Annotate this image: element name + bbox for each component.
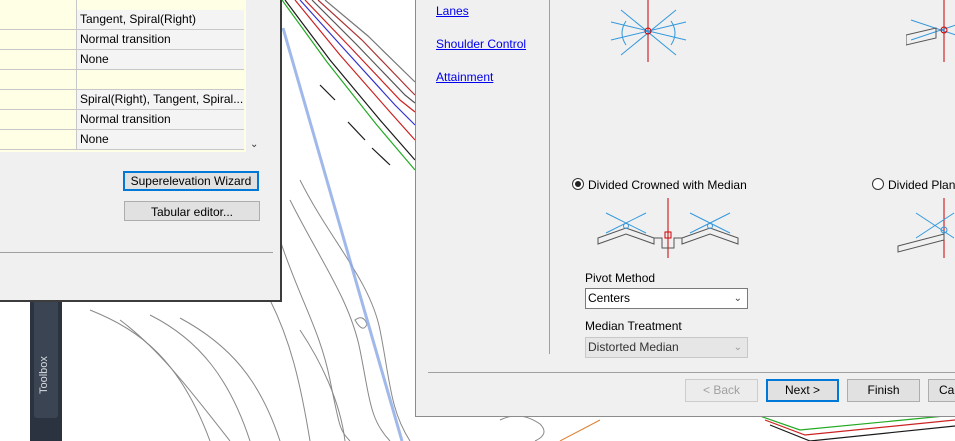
- divided-crowned-radio[interactable]: [572, 178, 584, 190]
- divider: [428, 372, 955, 373]
- divider: [0, 252, 273, 253]
- nav-link-attainment[interactable]: Attainment: [436, 70, 493, 84]
- divided-planar-label: Divided Planar: [888, 178, 955, 192]
- pivot-method-label: Pivot Method: [585, 271, 656, 285]
- tabular-editor-button[interactable]: Tabular editor...: [124, 201, 260, 221]
- divider: [549, 0, 550, 354]
- toolbox-label: Toolbox: [38, 356, 50, 394]
- chevron-down-icon: ⌄: [733, 342, 742, 353]
- nav-link-lanes[interactable]: Lanes: [436, 4, 469, 18]
- property-row[interactable]: Tangent, Spiral(Right): [0, 10, 244, 30]
- pivot-method-select[interactable]: Centers ⌄: [585, 288, 748, 309]
- properties-grid: Tangent, Spiral(Right) Normal transition…: [0, 0, 246, 152]
- property-row[interactable]: [0, 70, 244, 90]
- divided-crowned-label: Divided Crowned with Median: [588, 178, 747, 192]
- nav-link-shoulder-control[interactable]: Shoulder Control: [436, 37, 526, 51]
- pivot-diagram-icon: [610, 0, 687, 62]
- property-row[interactable]: Normal transition: [0, 110, 244, 130]
- pivot-diagram-icon: [906, 0, 955, 62]
- median-treatment-select[interactable]: Distorted Median ⌄: [585, 337, 748, 358]
- property-row[interactable]: Normal transition: [0, 30, 244, 50]
- pivot-diagram-icon: [597, 198, 739, 258]
- cancel-button[interactable]: Cancel: [928, 379, 955, 402]
- chevron-down-icon: ⌄: [733, 293, 742, 304]
- median-treatment-label: Median Treatment: [585, 319, 682, 333]
- divided-planar-radio[interactable]: [872, 178, 884, 190]
- back-button[interactable]: < Back: [685, 379, 758, 402]
- properties-scrollbar[interactable]: ⌄: [246, 0, 264, 154]
- property-row[interactable]: Spiral(Right), Tangent, Spiral...: [0, 90, 244, 110]
- chevron-down-icon[interactable]: ⌄: [250, 139, 258, 150]
- finish-button[interactable]: Finish: [847, 379, 920, 402]
- next-button[interactable]: Next >: [766, 379, 839, 402]
- toolbox-tab[interactable]: Toolbox: [34, 302, 58, 418]
- superelevation-wizard-button[interactable]: Superelevation Wizard: [123, 171, 259, 191]
- pivot-diagram-icon: [897, 198, 955, 258]
- superelevation-properties-panel: Tangent, Spiral(Right) Normal transition…: [0, 0, 282, 302]
- superelevation-wizard-dialog: Lanes Shoulder Control Attainment Divide…: [415, 0, 955, 417]
- property-row[interactable]: None: [0, 50, 244, 70]
- property-row[interactable]: None: [0, 130, 244, 150]
